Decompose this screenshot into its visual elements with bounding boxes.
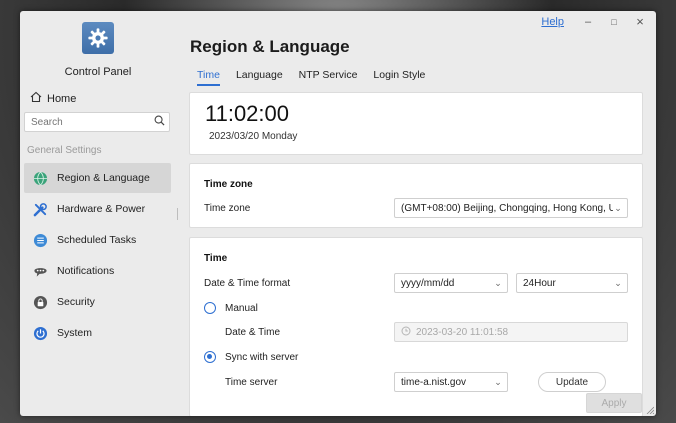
control-panel-window: Help – □ × Control Panel Home Search Gen… bbox=[20, 11, 656, 416]
app-title: Control Panel bbox=[64, 66, 132, 78]
tools-icon bbox=[32, 201, 48, 217]
time-card: Time Date & Time format yyyy/mm/dd ⌄ 24H… bbox=[189, 237, 643, 416]
sync-with-server-label: Sync with server bbox=[225, 352, 299, 363]
main-panel: Region & Language Time Language NTP Serv… bbox=[189, 11, 644, 416]
date-format-value: yyyy/mm/dd bbox=[401, 277, 455, 289]
time-server-label: Time server bbox=[225, 377, 278, 388]
sidebar-item-notifications[interactable]: Notifications bbox=[24, 256, 171, 286]
hour-format-select[interactable]: 24Hour ⌄ bbox=[516, 273, 628, 293]
sidebar-item-label: Security bbox=[57, 296, 95, 308]
globe-icon bbox=[32, 170, 48, 186]
lock-icon bbox=[32, 294, 48, 310]
sidebar-resize-handle[interactable] bbox=[177, 208, 178, 220]
date-format-select[interactable]: yyyy/mm/dd ⌄ bbox=[394, 273, 508, 293]
chevron-down-icon: ⌄ bbox=[614, 277, 622, 288]
sidebar-item-label: Notifications bbox=[57, 265, 115, 277]
manual-radio[interactable] bbox=[204, 302, 216, 314]
search-box[interactable] bbox=[24, 112, 170, 132]
datetime-value: 2023-03-20 11:01:58 bbox=[416, 326, 509, 338]
sync-with-server-radio[interactable] bbox=[204, 351, 216, 363]
timezone-select[interactable]: (GMT+08:00) Beijing, Chongqing, Hong Kon… bbox=[394, 198, 628, 218]
tab-language[interactable]: Language bbox=[236, 69, 283, 86]
sidebar-item-hardware-power[interactable]: Hardware & Power bbox=[24, 194, 171, 224]
home-link[interactable]: Home bbox=[30, 91, 76, 106]
sidebar-item-scheduled-tasks[interactable]: Scheduled Tasks bbox=[24, 225, 171, 255]
search-input[interactable] bbox=[31, 116, 154, 128]
time-heading: Time bbox=[204, 253, 228, 264]
sidebar-item-label: System bbox=[57, 327, 93, 339]
home-label: Home bbox=[47, 92, 77, 105]
tab-bar: Time Language NTP Service Login Style bbox=[197, 69, 425, 86]
clock-card: 11:02:00 2023/03/20 Monday bbox=[189, 92, 643, 155]
home-icon bbox=[30, 91, 42, 106]
hour-format-value: 24Hour bbox=[523, 277, 556, 289]
sidebar-item-region-language[interactable]: Region & Language bbox=[24, 163, 171, 193]
datetime-format-label: Date & Time format bbox=[204, 278, 291, 289]
sidebar-item-label: Scheduled Tasks bbox=[57, 234, 137, 246]
tab-login-style[interactable]: Login Style bbox=[373, 69, 425, 86]
clock-icon bbox=[401, 326, 411, 339]
current-time: 11:02:00 bbox=[205, 101, 290, 126]
chevron-down-icon: ⌄ bbox=[614, 202, 622, 213]
page-title: Region & Language bbox=[190, 37, 350, 56]
tab-time[interactable]: Time bbox=[197, 69, 220, 86]
sidebar-item-label: Region & Language bbox=[57, 172, 150, 184]
control-panel-gear-icon bbox=[82, 22, 114, 54]
chevron-down-icon: ⌄ bbox=[494, 376, 502, 387]
power-icon bbox=[32, 325, 48, 341]
timezone-card: Time zone Time zone (GMT+08:00) Beijing,… bbox=[189, 163, 643, 228]
apply-button[interactable]: Apply bbox=[586, 393, 642, 413]
time-server-select[interactable]: time-a.nist.gov ⌄ bbox=[394, 372, 508, 392]
chevron-down-icon: ⌄ bbox=[494, 277, 502, 288]
sidebar-item-security[interactable]: Security bbox=[24, 287, 171, 317]
task-list-icon bbox=[32, 232, 48, 248]
timezone-heading: Time zone bbox=[204, 179, 253, 190]
manual-label: Manual bbox=[225, 303, 258, 314]
sidebar-item-label: Hardware & Power bbox=[57, 203, 146, 215]
datetime-label: Date & Time bbox=[225, 327, 281, 338]
datetime-field: 2023-03-20 11:01:58 bbox=[394, 322, 628, 342]
section-label-general-settings: General Settings bbox=[27, 145, 102, 156]
sidebar: Control Panel Home General Settings Regi… bbox=[20, 11, 180, 416]
time-server-value: time-a.nist.gov bbox=[401, 376, 467, 388]
current-date: 2023/03/20 Monday bbox=[209, 131, 298, 142]
timezone-label: Time zone bbox=[204, 203, 251, 214]
window-resize-grip-icon[interactable] bbox=[646, 406, 654, 414]
tab-ntp-service[interactable]: NTP Service bbox=[299, 69, 358, 86]
timezone-value: (GMT+08:00) Beijing, Chongqing, Hong Kon… bbox=[401, 202, 613, 214]
chat-bubble-icon bbox=[32, 263, 48, 279]
search-icon[interactable] bbox=[154, 115, 165, 129]
update-button[interactable]: Update bbox=[538, 372, 606, 392]
sidebar-item-system[interactable]: System bbox=[24, 318, 171, 348]
